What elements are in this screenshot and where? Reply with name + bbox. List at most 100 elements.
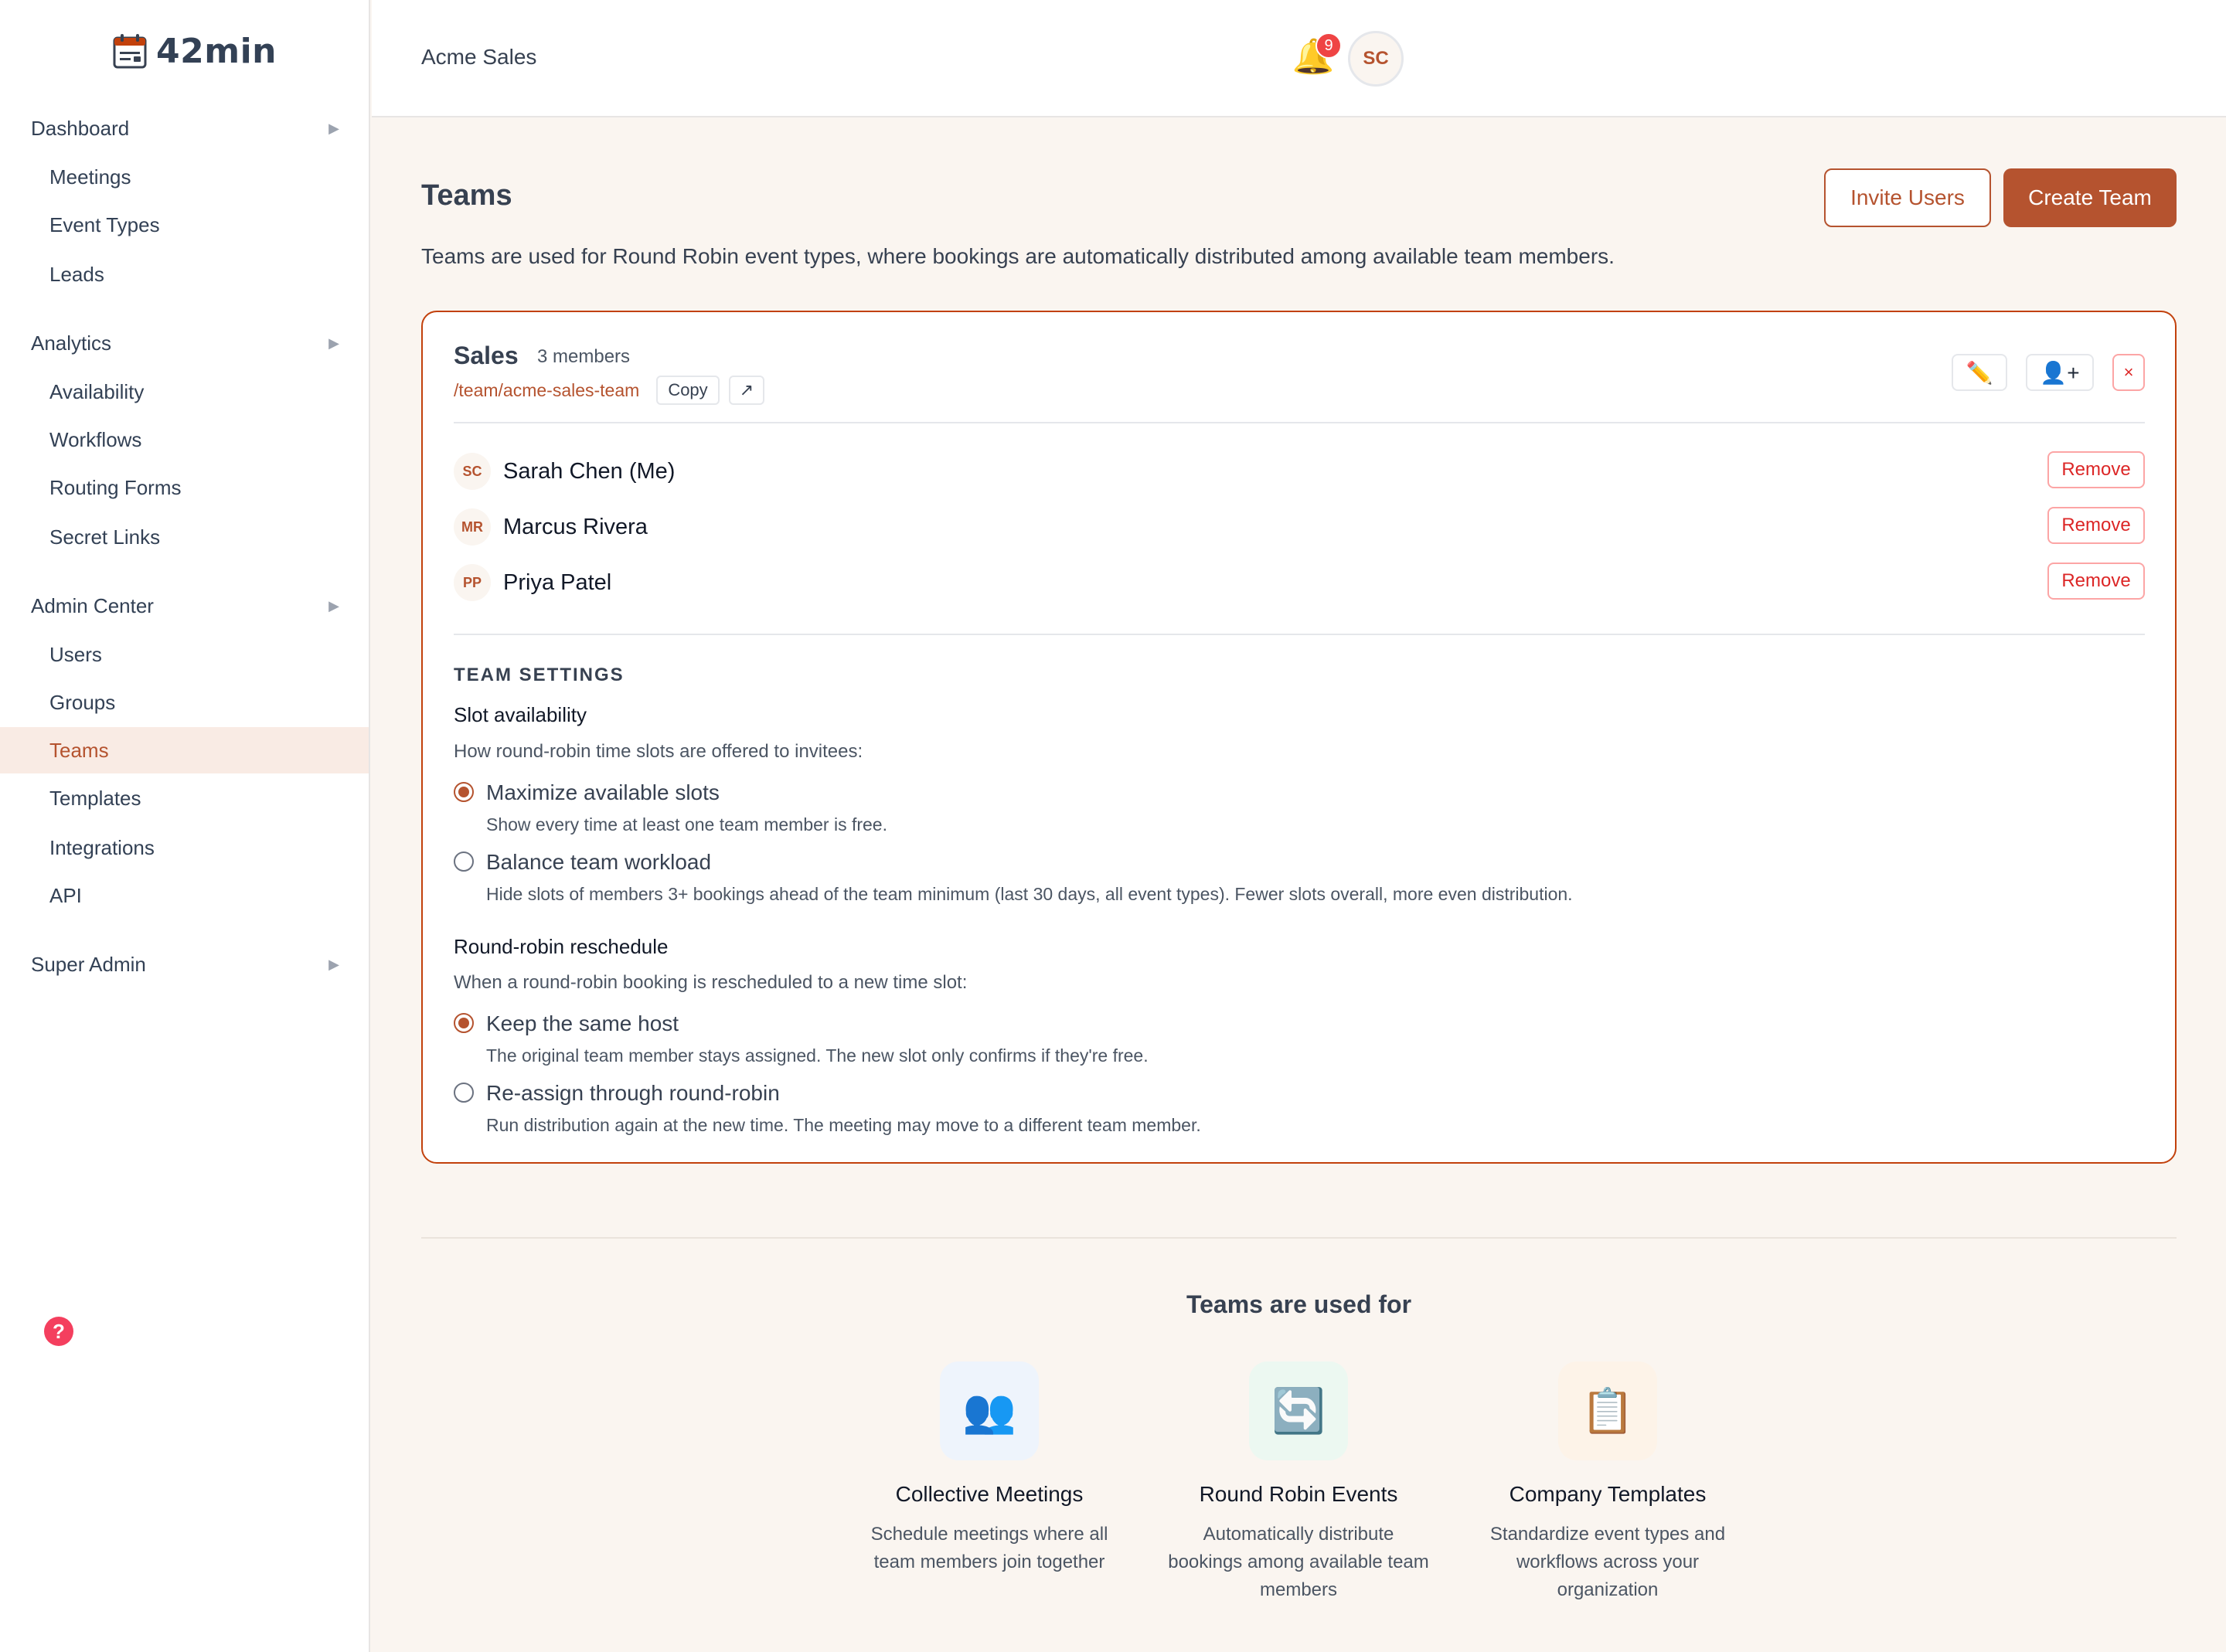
edit-team-button[interactable]: ✏️ [1952,354,2007,391]
nav-item-label: Availability [49,379,145,403]
team-card: Sales 3 members /team/acme-sales-team Co… [421,311,2177,1164]
org-name: Acme Sales [421,45,537,69]
nav-item-templates[interactable]: Templates [0,775,369,821]
open-link-button[interactable]: ↗ [729,376,764,405]
nav-item-api[interactable]: API [0,872,369,919]
slot-availability-help: How round-robin time slots are offered t… [454,741,863,762]
nav-item-label: API [49,883,82,907]
nav-item-label: Routing Forms [49,475,182,499]
nav-item-label: Workflows [49,427,142,451]
add-member-button[interactable]: 👤+ [2026,354,2094,391]
nav-item-event-types[interactable]: Event Types [0,202,369,248]
nav-item-label: Secret Links [49,525,161,549]
app-name: 42min [156,31,277,71]
nav-section-label: Dashboard [31,116,130,140]
notification-badge: 9 [1316,32,1342,59]
expand-arrow-icon: ▶ [328,120,339,136]
nav-item-routing-forms[interactable]: Routing Forms [0,464,369,511]
feature-title: Company Templates [1509,1482,1707,1506]
page-title: Teams [421,179,512,212]
nav-item-label: Leads [49,262,104,286]
remove-member-button[interactable]: Remove [2047,451,2145,488]
feature-desc: Standardize event types and workflows ac… [1489,1524,1726,1600]
invite-users-button[interactable]: Invite Users [1824,168,1991,227]
nav-item-users[interactable]: Users [0,631,369,678]
nav-section-label: Admin Center [31,593,154,617]
keep-host-label[interactable]: Keep the same host [486,1011,679,1036]
slot-availability-label: Slot availability [454,703,587,726]
nav-item-label: Event Types [49,212,160,236]
nav-section-super-admin[interactable]: Super Admin ▶ [0,941,370,987]
feature-round-robin: 🔄 Round Robin Events Automatically distr… [1167,1361,1430,1604]
reassign-desc: Run distribution again at the new time. … [486,1115,1201,1135]
team-link[interactable]: /team/acme-sales-team [454,380,639,401]
remove-member-button[interactable]: Remove [2047,563,2145,600]
help-icon[interactable]: ? [44,1317,73,1346]
feature-company-templates: 📋 Company Templates Standardize event ty… [1476,1361,1739,1604]
nav-item-groups[interactable]: Groups [0,679,369,726]
reschedule-label: Round-robin reschedule [454,935,669,958]
reassign-label[interactable]: Re-assign through round-robin [486,1081,780,1106]
section-divider [421,1237,2177,1239]
feature-desc: Automatically distribute bookings among … [1168,1524,1429,1600]
app-logo[interactable]: 42min [113,31,277,71]
nav-item-workflows[interactable]: Workflows [0,416,369,463]
reschedule-help: When a round-robin booking is reschedule… [454,972,968,993]
calendar-icon [113,34,147,69]
maximize-slots-label[interactable]: Maximize available slots [486,780,720,805]
nav-item-label: Integrations [49,835,155,859]
expand-arrow-icon: ▶ [328,597,339,614]
pencil-icon: ✏️ [1966,360,1993,385]
team-member-count: 3 members [537,346,631,367]
nav-item-availability[interactable]: Availability [0,369,369,415]
balance-workload-label[interactable]: Balance team workload [486,850,711,875]
nav-item-label: Groups [49,690,116,714]
nav-section-analytics[interactable]: Analytics ▶ [0,320,370,366]
create-team-button[interactable]: Create Team [2003,168,2177,227]
copy-link-button[interactable]: Copy [656,376,720,405]
nav-item-label: Teams [49,738,109,762]
member-avatar: SC [454,453,491,490]
user-avatar[interactable]: SC [1348,31,1404,87]
keep-host-radio[interactable] [454,1013,474,1033]
nav-section-label: Analytics [31,331,112,355]
nav-section-dashboard[interactable]: Dashboard ▶ [0,105,370,151]
nav-item-meetings[interactable]: Meetings [0,154,369,200]
team-name: Sales [454,342,519,369]
nav-item-leads[interactable]: Leads [0,251,369,297]
member-row: PP Priya Patel Remove [454,563,2145,603]
features-title: Teams are used for [1186,1290,1412,1318]
divider [454,634,2145,635]
member-avatar: PP [454,564,491,601]
nav-section-label: Super Admin [31,952,146,976]
keep-host-desc: The original team member stays assigned.… [486,1045,1149,1066]
close-icon: × [2123,362,2134,382]
page-description: Teams are used for Round Robin event typ… [421,244,1615,268]
nav-item-teams[interactable]: Teams [0,727,369,773]
feature-desc: Schedule meetings where all team members… [870,1524,1108,1572]
nav-item-secret-links[interactable]: Secret Links [0,514,369,560]
nav-item-integrations[interactable]: Integrations [0,824,369,871]
member-avatar: MR [454,508,491,546]
sidebar: 42min Dashboard ▶ Meetings Event Types L… [0,0,370,1652]
member-row: SC Sarah Chen (Me) Remove [454,451,2145,491]
member-row: MR Marcus Rivera Remove [454,507,2145,547]
nav-item-label: Templates [49,786,141,810]
maximize-slots-desc: Show every time at least one team member… [486,814,887,834]
balance-workload-radio[interactable] [454,851,474,872]
maximize-slots-radio[interactable] [454,782,474,802]
clipboard-icon: 📋 [1558,1361,1657,1460]
nav-item-label: Users [49,642,102,666]
member-name: Marcus Rivera [503,515,648,539]
delete-team-button[interactable]: × [2112,354,2145,391]
member-name: Priya Patel [503,570,612,595]
cycle-icon: 🔄 [1249,1361,1348,1460]
nav-section-admin-center[interactable]: Admin Center ▶ [0,583,370,629]
reassign-radio[interactable] [454,1083,474,1103]
remove-member-button[interactable]: Remove [2047,507,2145,544]
people-icon: 👥 [940,1361,1039,1460]
nav-item-label: Meetings [49,165,131,189]
feature-title: Round Robin Events [1199,1482,1398,1506]
add-user-icon: 👤+ [2040,360,2080,385]
feature-collective-meetings: 👥 Collective Meetings Schedule meetings … [858,1361,1121,1576]
